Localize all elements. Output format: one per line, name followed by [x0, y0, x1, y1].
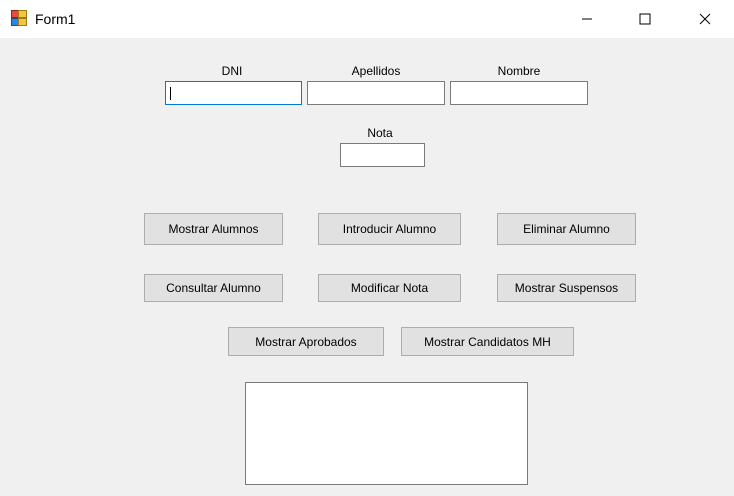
close-icon — [699, 13, 711, 25]
form-client-area: DNI Apellidos Nombre Nota Mostrar Alumno… — [0, 38, 734, 496]
nota-field[interactable] — [340, 143, 425, 167]
maximize-icon — [639, 13, 651, 25]
eliminar-alumno-button[interactable]: Eliminar Alumno — [497, 213, 636, 245]
nota-label: Nota — [367, 126, 393, 140]
mostrar-alumnos-button[interactable]: Mostrar Alumnos — [144, 213, 283, 245]
maximize-button[interactable] — [622, 0, 668, 38]
close-button[interactable] — [682, 0, 728, 38]
title-bar[interactable]: Form1 — [0, 0, 734, 38]
output-textbox[interactable] — [245, 382, 528, 485]
modificar-nota-button[interactable]: Modificar Nota — [318, 274, 461, 302]
window-title: Form1 — [35, 11, 76, 27]
mostrar-candidatos-mh-button[interactable]: Mostrar Candidatos MH — [401, 327, 574, 356]
dni-label: DNI — [221, 64, 243, 78]
dni-field[interactable] — [165, 81, 302, 105]
minimize-button[interactable] — [564, 0, 610, 38]
apellidos-label: Apellidos — [351, 64, 401, 78]
consultar-alumno-button[interactable]: Consultar Alumno — [144, 274, 283, 302]
winforms-app-icon — [11, 10, 27, 26]
apellidos-field[interactable] — [307, 81, 445, 105]
introducir-alumno-button[interactable]: Introducir Alumno — [318, 213, 461, 245]
minimize-icon — [582, 18, 592, 20]
text-caret — [170, 87, 171, 100]
mostrar-aprobados-button[interactable]: Mostrar Aprobados — [228, 327, 384, 356]
nombre-label: Nombre — [497, 64, 541, 78]
mostrar-suspensos-button[interactable]: Mostrar Suspensos — [497, 274, 636, 302]
nombre-field[interactable] — [450, 81, 588, 105]
